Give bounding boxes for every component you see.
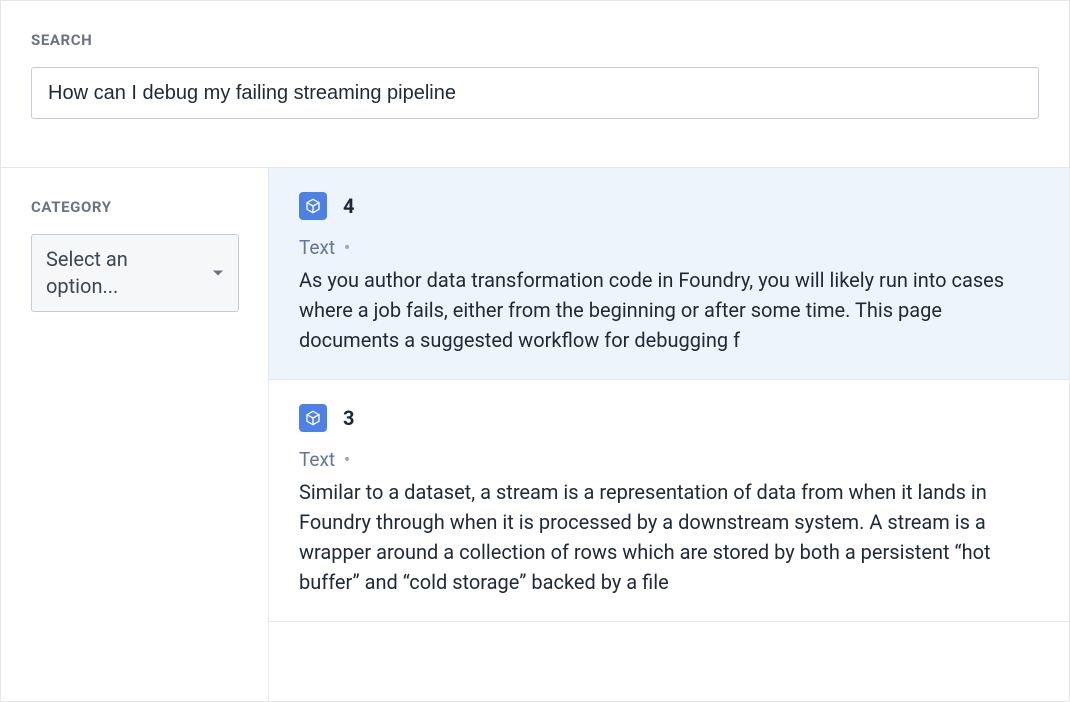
category-label: CATEGORY (31, 198, 238, 216)
search-input[interactable] (31, 67, 1039, 119)
result-number: 4 (343, 194, 354, 218)
category-select[interactable]: Select an option... (31, 234, 239, 312)
result-type-label: Text (299, 448, 335, 471)
result-type: Text • (299, 448, 1039, 471)
cube-icon (299, 192, 327, 220)
dot-separator: • (339, 448, 350, 471)
app-container: SEARCH CATEGORY Select an option... (0, 0, 1070, 702)
dot-separator: • (339, 236, 350, 259)
sidebar: CATEGORY Select an option... (1, 168, 269, 701)
result-type-label: Text (299, 236, 335, 259)
search-label: SEARCH (31, 31, 1039, 49)
results-list: 4 Text • As you author data transformati… (269, 168, 1069, 701)
result-item[interactable]: 3 Text • Similar to a dataset, a stream … (269, 380, 1069, 622)
chevron-down-icon (213, 271, 223, 276)
category-select-placeholder: Select an option... (46, 246, 198, 300)
result-item[interactable]: 4 Text • As you author data transformati… (269, 168, 1069, 380)
result-header: 4 (299, 192, 1039, 220)
cube-icon (299, 404, 327, 432)
result-header: 3 (299, 404, 1039, 432)
result-number: 3 (343, 406, 354, 430)
search-section: SEARCH (1, 1, 1069, 167)
result-type: Text • (299, 236, 1039, 259)
content-row: CATEGORY Select an option... (1, 167, 1069, 701)
category-select-wrap: Select an option... (31, 234, 239, 312)
result-text: Similar to a dataset, a stream is a repr… (299, 477, 1039, 597)
result-text: As you author data transformation code i… (299, 265, 1039, 355)
